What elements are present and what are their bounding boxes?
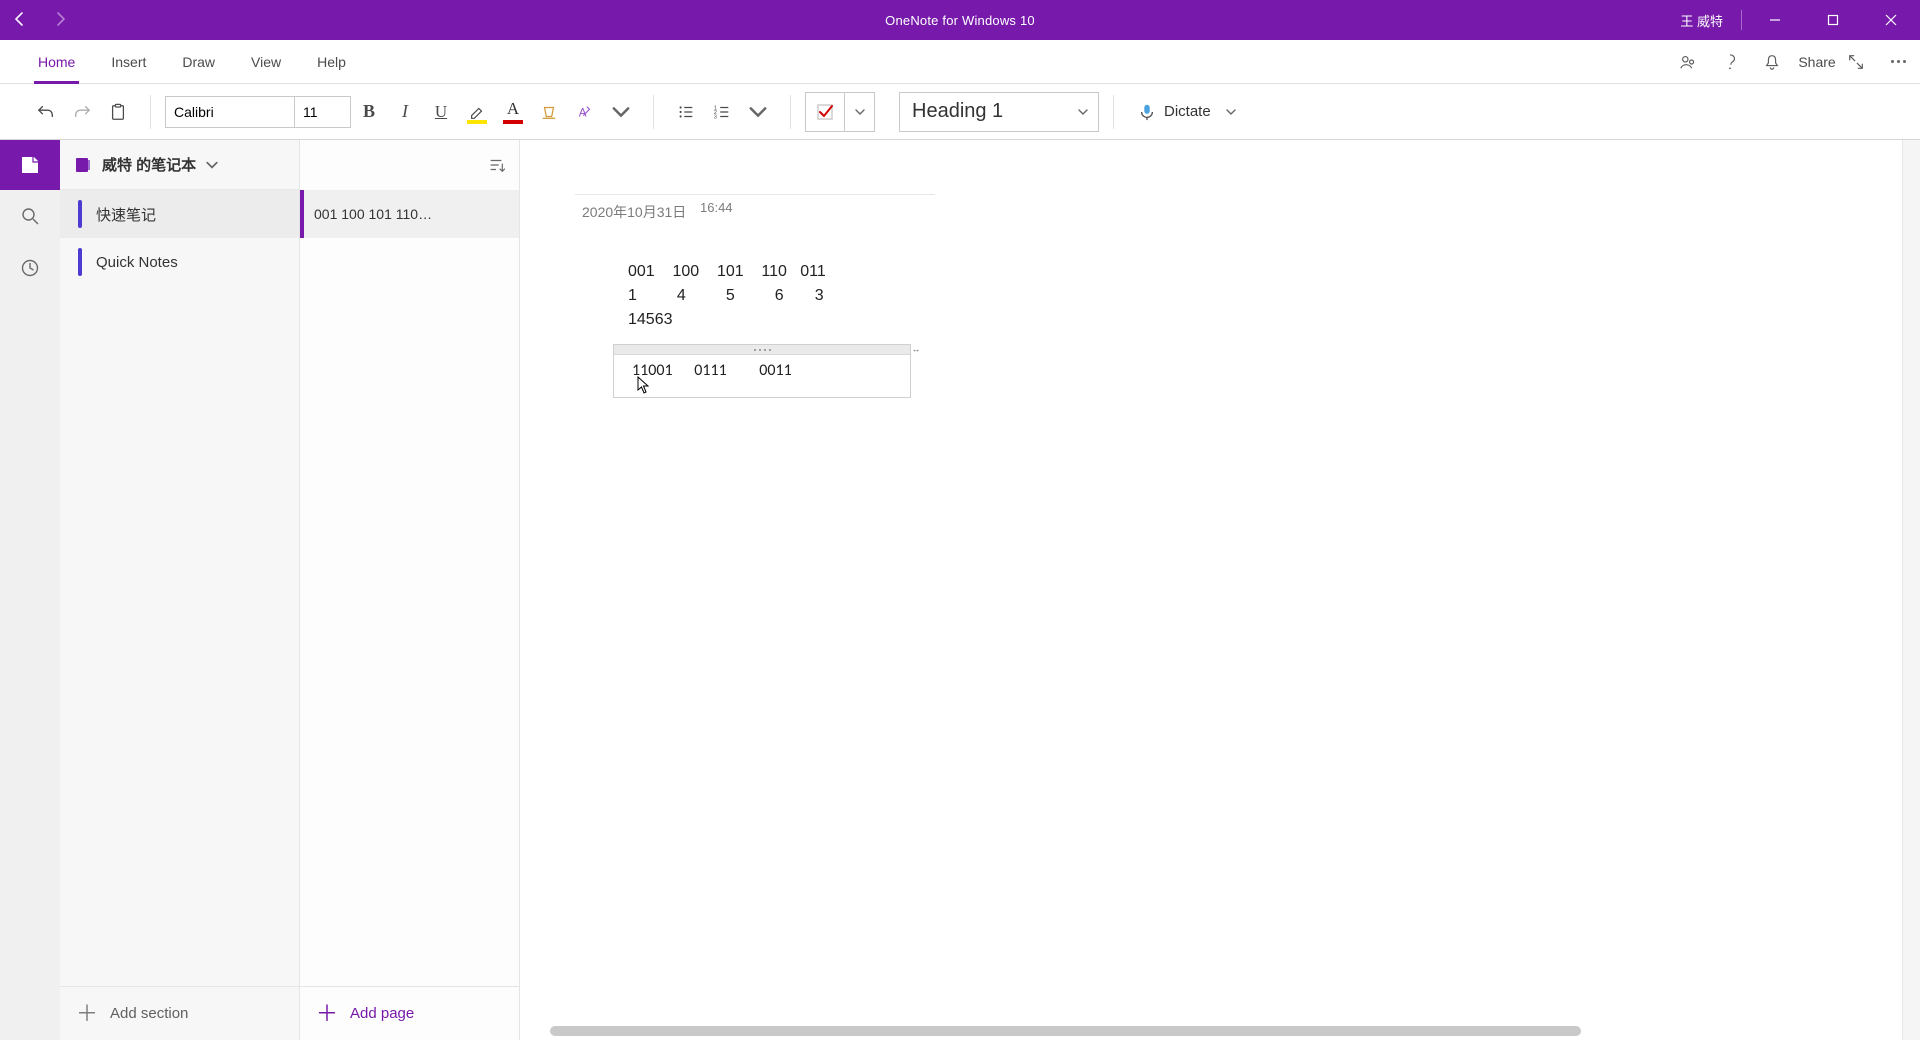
dictate-dropdown[interactable] xyxy=(1217,94,1245,130)
notebook-icon xyxy=(74,156,92,174)
toolbar-separator xyxy=(150,95,151,129)
underline-button[interactable]: U xyxy=(423,94,459,130)
plus-icon: ＋ xyxy=(76,1003,98,1025)
main-area: 威特 的笔记本 快速笔记 Quick Notes ＋ Add section 0… xyxy=(0,140,1920,1040)
onenote-logo-icon[interactable] xyxy=(0,140,60,190)
window-close-button[interactable] xyxy=(1862,0,1920,40)
bulleted-list-button[interactable] xyxy=(668,94,704,130)
styles-label: Heading 1 xyxy=(912,100,1003,123)
numbered-list-button[interactable]: 123 xyxy=(704,94,740,130)
bold-button[interactable]: B xyxy=(351,94,387,130)
todo-tag-button[interactable] xyxy=(805,92,845,132)
highlight-button[interactable] xyxy=(459,94,495,130)
section-item[interactable]: Quick Notes xyxy=(60,238,299,286)
share-button[interactable]: Share xyxy=(1804,52,1824,72)
forward-button[interactable] xyxy=(52,11,68,30)
format-painter-button[interactable]: A xyxy=(567,94,603,130)
note-text-block-1[interactable]: 001 100 101 110 011 1 4 5 6 3 14563 xyxy=(628,260,826,332)
ribbon-toolbar: B I U A A 123 xyxy=(0,84,1920,140)
section-label: 快速笔记 xyxy=(96,204,156,225)
add-page-button[interactable]: ＋ Add page xyxy=(300,986,519,1040)
more-font-options-button[interactable] xyxy=(603,94,639,130)
chevron-down-icon xyxy=(206,159,218,171)
horizontal-scrollbar[interactable] xyxy=(550,1026,1872,1036)
navigation-rail xyxy=(0,140,60,1040)
back-button[interactable] xyxy=(12,11,28,30)
toolbar-separator xyxy=(653,95,654,129)
tab-home[interactable]: Home xyxy=(20,40,93,84)
svg-text:3: 3 xyxy=(714,114,717,120)
section-color-handle xyxy=(78,248,82,276)
notebook-name: 威特 的笔记本 xyxy=(102,154,196,175)
ribbon-tabs-row: Home Insert Draw View Help Share xyxy=(0,40,1920,84)
font-color-swatch xyxy=(503,120,523,124)
fullscreen-icon[interactable] xyxy=(1846,52,1866,72)
more-options-icon[interactable] xyxy=(1888,52,1908,72)
page-item[interactable]: 001 100 101 110… xyxy=(300,190,519,238)
dictate-button[interactable]: Dictate xyxy=(1128,94,1217,130)
font-size-input[interactable] xyxy=(295,96,351,128)
undo-button[interactable] xyxy=(28,94,64,130)
toolbar-separator xyxy=(1113,95,1114,129)
plus-icon: ＋ xyxy=(316,1003,338,1025)
dictate-label: Dictate xyxy=(1164,103,1211,120)
tab-help[interactable]: Help xyxy=(299,40,364,84)
tab-insert[interactable]: Insert xyxy=(93,40,164,84)
sort-pages-icon[interactable] xyxy=(487,156,505,174)
italic-button[interactable]: I xyxy=(387,94,423,130)
note-container-selected[interactable]: ↔ 11001 0111 0011 xyxy=(613,344,911,398)
search-icon[interactable] xyxy=(0,190,60,242)
note-canvas[interactable]: 2020年10月31日 16:44 001 100 101 110 011 1 … xyxy=(520,140,1902,1040)
tab-view[interactable]: View xyxy=(233,40,299,84)
font-name-input[interactable] xyxy=(165,96,295,128)
page-date[interactable]: 2020年10月31日 xyxy=(582,202,686,222)
todo-tag-dropdown[interactable] xyxy=(845,92,875,132)
title-underline xyxy=(575,194,935,195)
toolbar-separator xyxy=(790,95,791,129)
horizontal-scrollbar-thumb[interactable] xyxy=(550,1026,1581,1036)
section-color-handle xyxy=(78,200,82,228)
title-bar: OneNote for Windows 10 王 威特 xyxy=(0,0,1920,40)
meeting-icon[interactable] xyxy=(1678,52,1698,72)
window-minimize-button[interactable] xyxy=(1746,0,1804,40)
notebook-picker[interactable]: 威特 的笔记本 xyxy=(60,140,299,190)
paste-button[interactable] xyxy=(100,94,136,130)
note-text-block-2[interactable]: 11001 0111 0011 xyxy=(614,355,910,380)
highlight-swatch xyxy=(467,120,487,124)
user-name[interactable]: 王 威特 xyxy=(1680,11,1741,30)
share-label: Share xyxy=(1798,54,1835,70)
tell-me-icon[interactable] xyxy=(1720,52,1740,72)
section-label: Quick Notes xyxy=(96,254,178,271)
pages-panel: 001 100 101 110… ＋ Add page xyxy=(300,140,520,1040)
notifications-icon[interactable] xyxy=(1762,52,1782,72)
vertical-scroll-gutter xyxy=(1902,140,1920,1040)
sections-panel: 威特 的笔记本 快速笔记 Quick Notes ＋ Add section xyxy=(60,140,300,1040)
add-section-button[interactable]: ＋ Add section xyxy=(60,986,299,1040)
font-color-button[interactable]: A xyxy=(495,94,531,130)
add-section-label: Add section xyxy=(110,1005,188,1022)
tab-draw[interactable]: Draw xyxy=(164,40,233,84)
more-paragraph-button[interactable] xyxy=(740,94,776,130)
note-container-drag-handle[interactable]: ↔ xyxy=(614,345,910,355)
page-time[interactable]: 16:44 xyxy=(700,200,733,215)
page-title: 001 100 101 110… xyxy=(314,206,432,222)
redo-button[interactable] xyxy=(64,94,100,130)
window-maximize-button[interactable] xyxy=(1804,0,1862,40)
note-container-resize-handle[interactable]: ↔ xyxy=(910,344,922,354)
add-page-label: Add page xyxy=(350,1005,414,1022)
titlebar-divider xyxy=(1741,10,1742,30)
app-title: OneNote for Windows 10 xyxy=(0,13,1920,28)
section-item[interactable]: 快速笔记 xyxy=(60,190,299,238)
recent-icon[interactable] xyxy=(0,242,60,294)
styles-dropdown[interactable]: Heading 1 xyxy=(899,92,1099,132)
clear-formatting-button[interactable] xyxy=(531,94,567,130)
